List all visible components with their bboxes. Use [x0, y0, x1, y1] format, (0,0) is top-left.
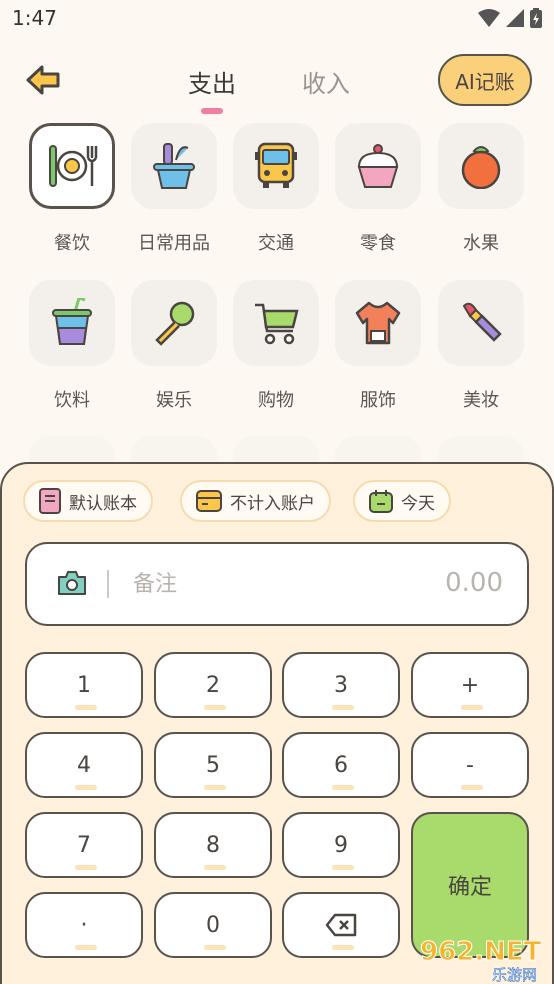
- meal-icon: [49, 145, 98, 187]
- category-cosmetics[interactable]: 美妆: [438, 280, 524, 412]
- category-daily-goods[interactable]: 日常用品: [131, 123, 217, 255]
- category-label: 娱乐: [156, 390, 192, 411]
- fruit-icon: [461, 146, 501, 189]
- category-label: 饮料: [54, 390, 90, 411]
- wifi-icon: [478, 9, 500, 27]
- key-6[interactable]: 6: [282, 732, 400, 798]
- category-label: 餐饮: [54, 233, 90, 254]
- ai-bookkeeping-button[interactable]: AI记账: [438, 54, 532, 106]
- category-label: 服饰: [360, 390, 396, 411]
- key-4[interactable]: 4: [25, 732, 143, 798]
- key-backspace[interactable]: [282, 892, 400, 958]
- category-icon-box: [438, 280, 524, 366]
- category-label: 零食: [360, 233, 396, 254]
- status-icons: [478, 8, 542, 28]
- category-clothing[interactable]: 服饰: [335, 280, 421, 412]
- key-7[interactable]: 7: [25, 812, 143, 878]
- category-snacks[interactable]: 零食: [335, 123, 421, 255]
- category-label: 交通: [258, 233, 294, 254]
- camera-icon[interactable]: [57, 570, 87, 596]
- daily-goods-icon: [153, 143, 195, 189]
- note-input[interactable]: [133, 564, 383, 604]
- category-shopping[interactable]: 购物: [233, 280, 319, 412]
- wallet-icon: [196, 490, 222, 512]
- tab-expense[interactable]: 支出: [188, 64, 236, 99]
- site-watermark: 962.NET 乐游网: [420, 937, 543, 984]
- category-icon-box: [29, 280, 115, 366]
- cart-icon: [255, 303, 299, 345]
- status-bar: 1:47: [0, 0, 554, 40]
- key-2[interactable]: 2: [154, 652, 272, 718]
- book-icon: [39, 488, 61, 514]
- bus-icon: [255, 142, 297, 188]
- amount-display: 0.00: [445, 568, 503, 598]
- microphone-icon: [155, 301, 195, 346]
- page: 1:47 支出 收入 AI记账 餐饮 日常用品 交通 零食 水果 饮料 娱乐 购…: [0, 0, 554, 984]
- chip-label: 不计入账户: [230, 493, 315, 514]
- category-label: 购物: [258, 390, 294, 411]
- watermark-subtext: 乐游网: [492, 966, 537, 984]
- category-label: 水果: [463, 233, 499, 254]
- account-book-chip[interactable]: 默认账本: [23, 480, 153, 522]
- note-bar: 0.00: [25, 542, 529, 626]
- status-time: 1:47: [12, 6, 57, 30]
- date-chip[interactable]: 今天: [353, 480, 451, 522]
- category-icon-box: [438, 123, 524, 209]
- drink-icon: [52, 298, 92, 345]
- category-icon-box: [233, 123, 319, 209]
- tab-income[interactable]: 收入: [302, 64, 350, 99]
- back-button[interactable]: [24, 62, 64, 98]
- tab-indicator: [201, 108, 223, 114]
- key-0[interactable]: 0: [154, 892, 272, 958]
- category-icon-box: [233, 280, 319, 366]
- category-icon-box: [131, 123, 217, 209]
- battery-icon: [530, 8, 542, 28]
- category-transport[interactable]: 交通: [233, 123, 319, 255]
- category-label: 美妆: [463, 390, 499, 411]
- key-8[interactable]: 8: [154, 812, 272, 878]
- lipstick-icon: [462, 302, 502, 342]
- text-cursor: [107, 570, 109, 598]
- key-minus[interactable]: -: [411, 732, 529, 798]
- key-5[interactable]: 5: [154, 732, 272, 798]
- category-icon-box: [335, 123, 421, 209]
- key-9[interactable]: 9: [282, 812, 400, 878]
- signal-icon: [506, 9, 524, 27]
- category-entertainment[interactable]: 娱乐: [131, 280, 217, 412]
- category-icon-box: [131, 280, 217, 366]
- cupcake-icon: [357, 144, 399, 188]
- key-plus[interactable]: +: [411, 652, 529, 718]
- account-chip[interactable]: 不计入账户: [180, 480, 331, 522]
- key-decimal[interactable]: ·: [25, 892, 143, 958]
- category-drinks[interactable]: 饮料: [29, 280, 115, 412]
- key-1[interactable]: 1: [25, 652, 143, 718]
- key-3[interactable]: 3: [282, 652, 400, 718]
- watermark-text: 962.NET: [420, 937, 542, 967]
- category-fruit[interactable]: 水果: [438, 123, 524, 255]
- arrow-left-icon: [26, 65, 60, 95]
- category-icon-box: [335, 280, 421, 366]
- shirt-icon: [355, 301, 401, 345]
- chip-label: 今天: [401, 493, 435, 514]
- category-label: 日常用品: [138, 233, 210, 254]
- chip-label: 默认账本: [69, 493, 137, 514]
- category-icon-box: [29, 123, 115, 209]
- backspace-icon: [325, 913, 357, 937]
- calendar-icon: [369, 490, 393, 513]
- category-meal[interactable]: 餐饮: [29, 123, 115, 255]
